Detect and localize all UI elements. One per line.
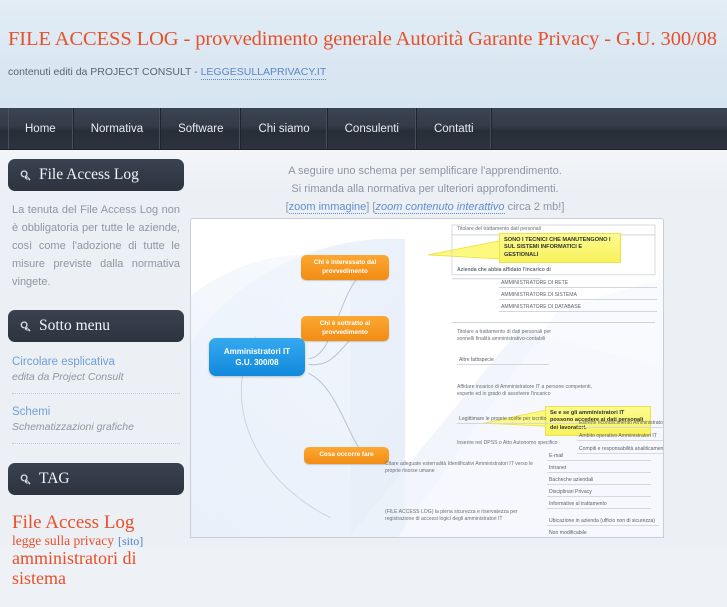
mindmap-row-amm-sistema: AMMINISTRATORE DI SISTEMA (499, 291, 657, 301)
intro-line-2: Si rimanda alla normativa per ulteriori … (291, 183, 559, 195)
mindmap-heading-affidare-incarico: Affidare incarico di Amministratore IT a… (457, 384, 592, 397)
widget-paragraph: La tenuta del File Access Log non è obbl… (12, 204, 180, 288)
mindmap-row-disciplinari: Disciplinari Privacy (547, 488, 651, 498)
file-size-note: circa 2 mb! (507, 201, 562, 213)
sidebar-link-circolare-esplicativa[interactable]: Circolare esplicativa (12, 355, 180, 370)
page-title: FILE ACCESS LOG - provvedimento generale… (8, 28, 717, 50)
mindmap-row-non-modificabile: Non modificabile (547, 529, 659, 537)
mindmap-heading-finalita: Titolare a trattamento di dati personali… (457, 329, 552, 342)
sidebar: File Access Log La tenuta del File Acces… (8, 159, 184, 607)
mindmap-heading-file-access-log: (FILE ACCESS LOG) la piena sicurezza e r… (385, 509, 518, 522)
widget-body: File Access Log legge sulla privacy [sit… (8, 495, 184, 588)
magnifier-icon (19, 169, 32, 182)
nav-item-normativa[interactable]: Normativa (74, 108, 162, 149)
mindmap-row-intranet: Intranet (547, 464, 651, 474)
intro-block: A seguire uno schema per semplificare l'… (195, 162, 655, 216)
nav-item-home[interactable]: Home (8, 108, 74, 149)
mindmap-row-email: E-mail (547, 452, 651, 462)
magnifier-icon (19, 473, 32, 486)
widget-title: File Access Log (39, 166, 139, 183)
mindmap-subheading-azienda: Azienda che abbia affidato l'incarico di (457, 267, 551, 273)
main-navigation: Home Normativa Software Chi siamo Consul… (0, 108, 727, 150)
widget-header: TAG (8, 463, 184, 495)
mindmap-branch-cosa-fare: Cosa occorre fare (304, 447, 389, 464)
magnifier-icon (19, 320, 32, 333)
mindmap-row-amm-database: AMMINISTRATORE DI DATABASE (499, 303, 657, 313)
mindmap-row-informative: Informative al trattamento (547, 500, 651, 510)
widget-body: La tenuta del File Access Log non è obbl… (8, 191, 184, 291)
nav-item-consulenti[interactable]: Consulenti (328, 108, 417, 149)
widget-title: Sotto menu (39, 317, 111, 334)
mindmap-row-ubicazione: Ubicazione in azienda (ufficio non di si… (547, 517, 659, 527)
mindmap-center-node: Amministratori IT G.U. 300/08 (209, 338, 305, 376)
mindmap-center-label-1: Amministratori IT (223, 347, 291, 356)
mindmap-row-amm-rete: AMMINISTRATORE DI RETE (499, 279, 657, 289)
sidebar-link-subtitle: Schematizzazioni grafiche (12, 421, 134, 433)
mindmap-heading-dpss: Inserire nel DPSS o Atto Autonomo specif… (457, 440, 558, 446)
intro-links: [zoom immagine] [zoom contenuto interatt… (195, 198, 655, 216)
zoom-contenuto-interattivo-link[interactable]: zoom contenuto interattivo (375, 201, 505, 214)
nav-item-contatti[interactable]: Contatti (417, 108, 492, 149)
mindmap-heading-citare: Citare adeguate esternalità Identificati… (385, 461, 533, 474)
widget-title: TAG (39, 470, 70, 487)
mindmap-heading-titolare: Titolare del trattamento dati personali (457, 226, 541, 232)
widget-body: Circolare esplicativa edita da Project C… (8, 342, 184, 444)
bracket-close-1: ] (366, 201, 370, 213)
widget-sotto-menu: Sotto menu Circolare esplicativa edita d… (8, 310, 184, 444)
list-item[interactable]: Schemi Schematizzazioni grafiche (12, 402, 180, 444)
mindmap-callout-tecnici: SONO I TECNICI CHE MANUTENGONO I SUL SIS… (499, 233, 621, 264)
tag-amministratori-di-sistema[interactable]: amministratori di sistema (12, 548, 136, 587)
sidebar-link-subtitle: edita da Project Consult (12, 371, 124, 383)
tag-file-access-log[interactable]: File Access Log (12, 512, 134, 533)
mindmap-row-legittimare: Legittimare le proprie scelte per iscrit… (457, 415, 579, 425)
widget-header: Sotto menu (8, 310, 184, 342)
widget-file-access-log: File Access Log La tenuta del File Acces… (8, 159, 184, 291)
zoom-immagine-link[interactable]: zoom immagine (288, 201, 367, 214)
intro-line-1: A seguire uno schema per semplificare l'… (288, 165, 562, 177)
mindmap-row-ambito: Ambito operativo Amministratori IT (577, 432, 663, 442)
widget-tag: TAG File Access Log legge sulla privacy … (8, 463, 184, 588)
mindmap-image[interactable]: Amministratori IT G.U. 300/08 Chi è inte… (190, 218, 664, 538)
bracket-close-2: ] (561, 201, 565, 213)
mindmap-branch-interessato: Chi è interessato dal provvedimento (301, 255, 389, 281)
nav-item-chi-siamo[interactable]: Chi siamo (241, 108, 328, 149)
tag-legge-sulla-privacy[interactable]: legge sulla privacy (12, 533, 114, 548)
content-area: A seguire uno schema per semplificare l'… (0, 150, 727, 587)
tagline-text: contenuti editi da PROJECT CONSULT - (8, 66, 201, 78)
site-tagline: contenuti editi da PROJECT CONSULT - LEG… (8, 66, 327, 80)
mindmap-center-label-2: G.U. 300/08 (235, 358, 279, 367)
tag-cloud: File Access Log legge sulla privacy [sit… (12, 505, 180, 588)
mindmap-branch-sottratto: Chi è sottratto al provvedimento (301, 316, 389, 342)
mindmap-row-altre-fattispecie: Altre fattispecie (457, 356, 549, 366)
site-header: FILE ACCESS LOG - provvedimento generale… (0, 0, 727, 108)
tag-sito[interactable]: [sito] (118, 534, 143, 548)
mindmap-row-bacheche: Bacheche aziendali (547, 476, 651, 486)
leggesullaprivacy-link[interactable]: LEGGESULLAPRIVACY.IT (200, 66, 327, 80)
mindmap-row-estremi: Estremi riconoscimento Amministratori IT (577, 419, 663, 429)
nav-item-software[interactable]: Software (161, 108, 242, 149)
sidebar-link-schemi[interactable]: Schemi (12, 405, 180, 420)
list-item[interactable]: Circolare esplicativa edita da Project C… (12, 352, 180, 394)
widget-header: File Access Log (8, 159, 184, 191)
